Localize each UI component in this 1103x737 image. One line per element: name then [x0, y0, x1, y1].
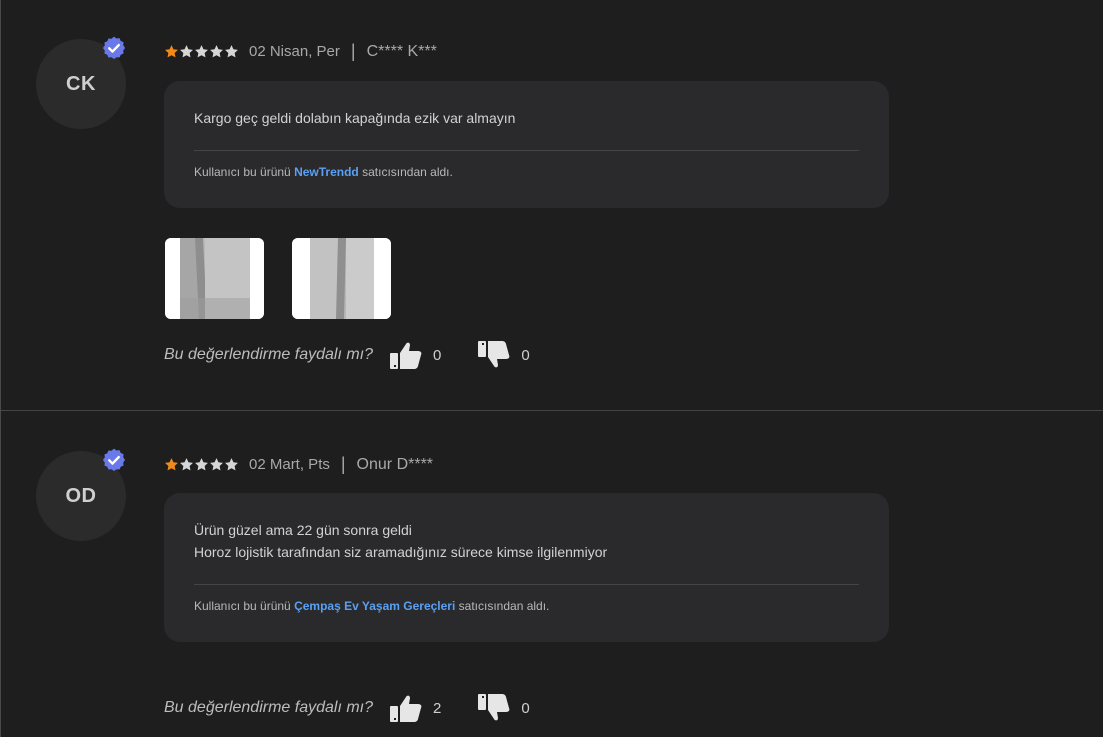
star-icon [180, 45, 193, 58]
dislike-count: 0 [521, 346, 530, 364]
star-rating [164, 44, 239, 59]
review-comment: Kargo geç geldi dolabın kapağında ezik v… [194, 107, 859, 129]
seller-suffix: satıcısından aldı. [362, 165, 453, 179]
verified-badge-icon [102, 448, 126, 472]
review-photos [165, 238, 391, 319]
like-count: 0 [433, 346, 442, 364]
star-rating [164, 457, 239, 472]
seller-info: Kullanıcı bu ürünü NewTrendd satıcısında… [194, 165, 859, 179]
review-meta: 02 Nisan, Per | C**** K*** [164, 41, 437, 62]
star-icon [165, 45, 178, 58]
reviewer-name: C**** K*** [366, 42, 437, 60]
meta-separator: | [350, 41, 356, 61]
meta-separator: | [340, 454, 346, 474]
thumbs-up-icon [390, 342, 422, 369]
star-icon [225, 458, 238, 471]
divider [194, 150, 859, 151]
helpful-question: Bu değerlendirme faydalı mı? [164, 346, 373, 363]
helpful-section: Bu değerlendirme faydalı mı? 2 0 [164, 693, 530, 723]
star-icon [180, 458, 193, 471]
comment-line: Kargo geç geldi dolabın kapağında ezik v… [194, 110, 516, 126]
review-comment: Ürün güzel ama 22 gün sonra geldi Horoz … [194, 519, 859, 563]
verified-badge-icon [102, 36, 126, 60]
photo-image [292, 238, 391, 319]
like-count: 2 [433, 699, 442, 717]
photo-image [165, 238, 264, 319]
dislike-button[interactable]: 0 [477, 693, 530, 723]
comment-line: Ürün güzel ama 22 gün sonra geldi [194, 522, 412, 538]
comment-line: Horoz lojistik tarafından siz aramadığın… [194, 544, 608, 560]
helpful-question: Bu değerlendirme faydalı mı? [164, 699, 373, 716]
star-icon [195, 458, 208, 471]
seller-link[interactable]: NewTrendd [294, 165, 359, 179]
review-comment-card: Kargo geç geldi dolabın kapağında ezik v… [164, 81, 889, 208]
reviews-list: CK 02 Nisan, Per | C**** K*** Kargo geç … [0, 0, 1103, 737]
reviewer-name: Onur D**** [356, 455, 434, 473]
review-photo-thumbnail[interactable] [292, 238, 391, 319]
seller-info: Kullanıcı bu ürünü Çempaş Ev Yaşam Gereç… [194, 599, 859, 613]
thumbs-up-icon [390, 695, 422, 722]
seller-link[interactable]: Çempaş Ev Yaşam Gereçleri [294, 599, 455, 613]
dislike-button[interactable]: 0 [477, 340, 530, 370]
seller-suffix: satıcısından aldı. [458, 599, 550, 613]
review-date: 02 Nisan, Per [249, 43, 340, 60]
like-button[interactable]: 2 [389, 693, 441, 723]
review-item: OD 02 Mart, Pts | Onur D**** Ürün güzel … [1, 411, 1103, 737]
divider [194, 584, 859, 585]
seller-prefix: Kullanıcı bu ürünü [194, 165, 291, 179]
star-icon [225, 45, 238, 58]
thumbs-down-icon [478, 694, 510, 721]
thumbs-down-icon [478, 341, 510, 368]
like-button[interactable]: 0 [389, 340, 441, 370]
review-comment-card: Ürün güzel ama 22 gün sonra geldi Horoz … [164, 493, 889, 642]
star-icon [195, 45, 208, 58]
seller-prefix: Kullanıcı bu ürünü [194, 599, 291, 613]
helpful-section: Bu değerlendirme faydalı mı? 0 0 [164, 340, 530, 370]
review-item: CK 02 Nisan, Per | C**** K*** Kargo geç … [1, 0, 1103, 411]
review-meta: 02 Mart, Pts | Onur D**** [164, 454, 433, 475]
star-icon [210, 458, 223, 471]
review-photo-thumbnail[interactable] [165, 238, 264, 319]
star-icon [165, 458, 178, 471]
dislike-count: 0 [521, 699, 530, 717]
review-date: 02 Mart, Pts [249, 456, 330, 473]
star-icon [210, 45, 223, 58]
